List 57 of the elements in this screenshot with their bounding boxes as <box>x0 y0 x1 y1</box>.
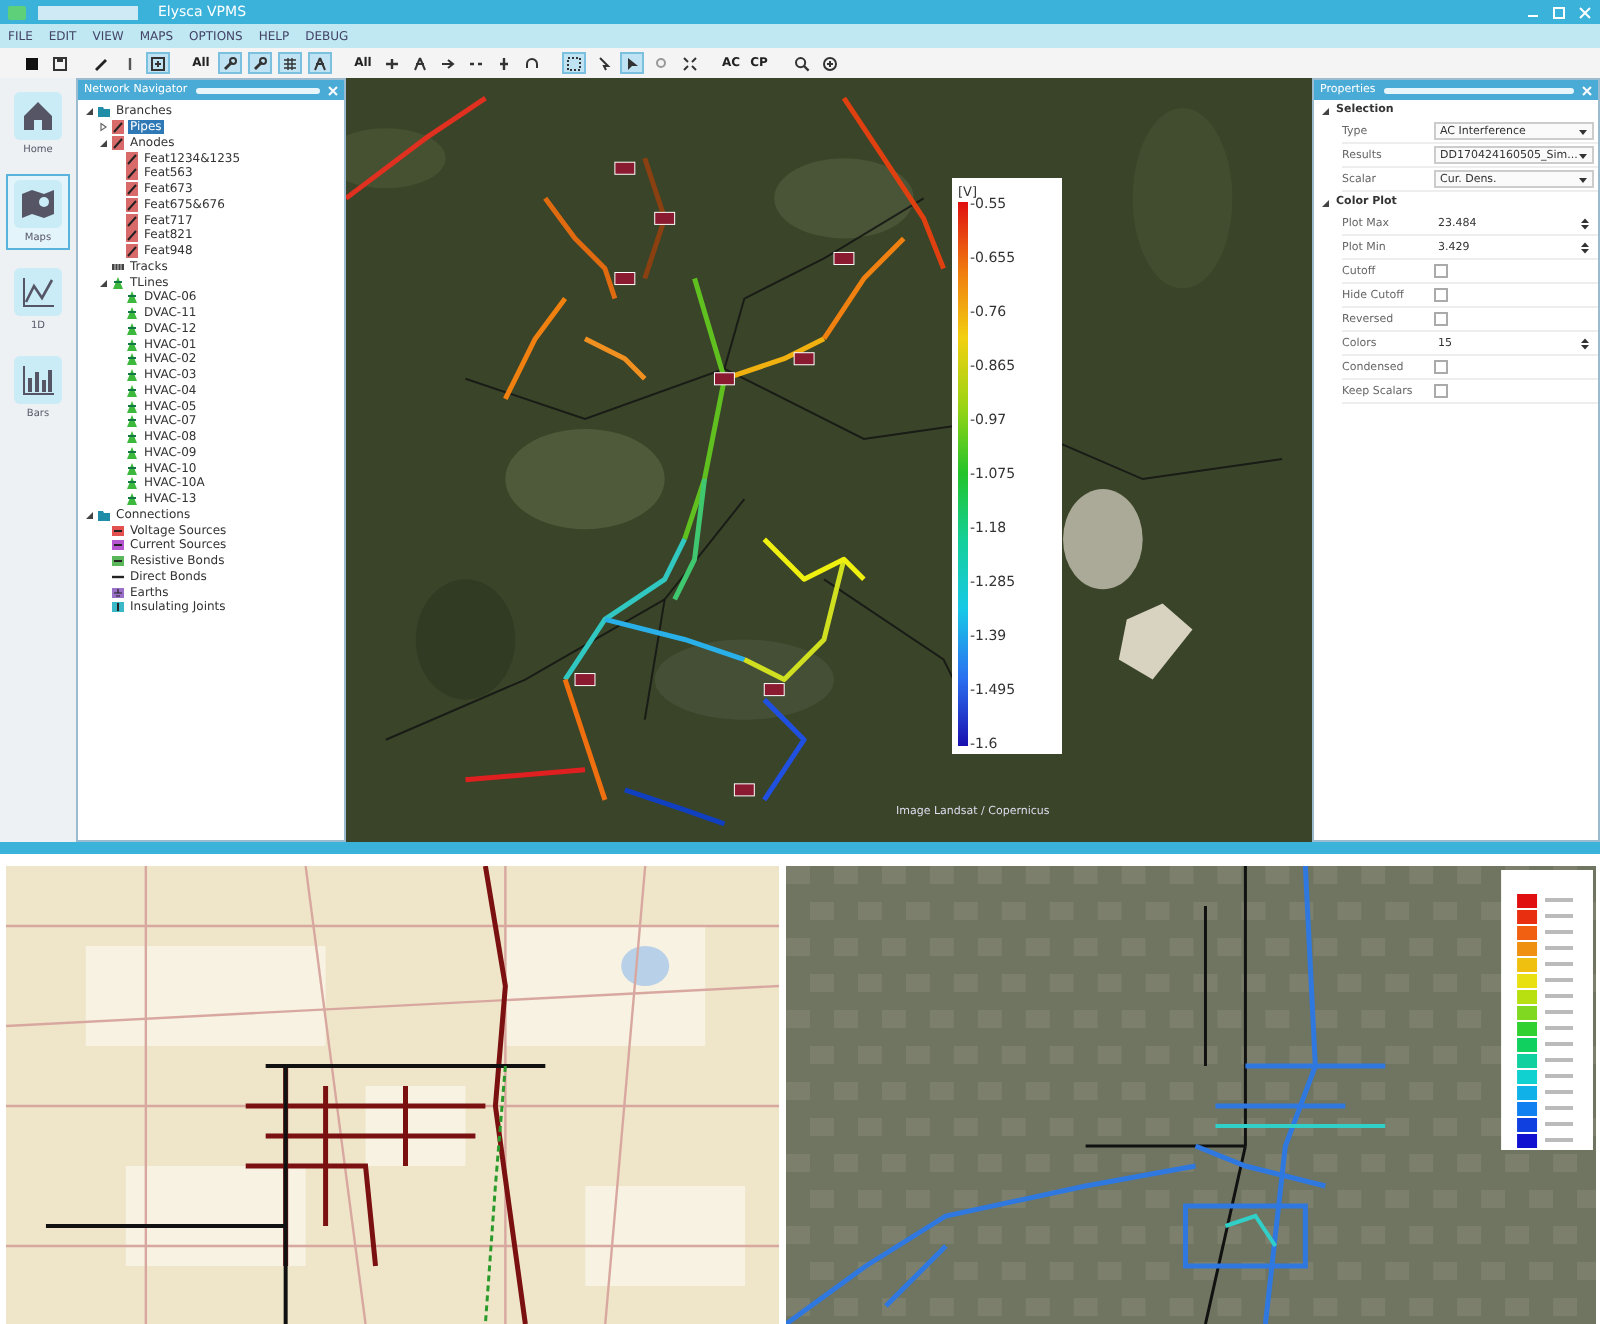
collapse-icon[interactable] <box>98 137 108 148</box>
map-icon <box>20 186 56 222</box>
collapse-icon[interactable] <box>98 277 108 288</box>
zoom-in-icon <box>821 55 838 71</box>
close-icon[interactable] <box>1582 85 1592 95</box>
toolbar-button[interactable] <box>146 52 170 74</box>
plus-box-icon <box>150 55 166 71</box>
folder-icon <box>98 104 110 119</box>
collapse-icon[interactable] <box>1320 105 1330 115</box>
toolbar-button[interactable] <box>48 52 70 74</box>
bar-chart-icon <box>20 362 56 398</box>
collapse-icon[interactable] <box>84 509 94 520</box>
collapse-icon[interactable] <box>1320 197 1330 207</box>
toolbar-button[interactable] <box>408 52 430 74</box>
checkbox[interactable] <box>1434 312 1448 326</box>
tower-icon <box>411 55 427 71</box>
earth-icon <box>112 585 124 600</box>
home-icon <box>20 98 56 134</box>
arrow-icon <box>439 55 455 71</box>
toolbar-button[interactable] <box>308 52 332 74</box>
toolbar-button[interactable] <box>248 52 272 74</box>
joint-icon <box>112 600 124 615</box>
toolbar-button[interactable] <box>678 52 700 74</box>
toolbar-button[interactable] <box>520 52 542 74</box>
wrench-icon <box>252 55 268 71</box>
toolbar-button[interactable] <box>620 52 644 74</box>
search-icon <box>793 55 810 71</box>
wrench-icon <box>222 55 238 71</box>
pen-icon <box>93 55 109 71</box>
toolbar-button[interactable] <box>278 52 302 74</box>
selection-icon <box>566 55 582 71</box>
toolbar-button[interactable] <box>562 52 586 74</box>
spinner-arrows-icon[interactable] <box>1580 217 1590 229</box>
blank-field <box>38 5 138 19</box>
toolbar-button[interactable] <box>218 52 242 74</box>
title-bar-grip <box>195 87 320 93</box>
toolbar-button[interactable] <box>818 52 841 74</box>
save-icon <box>51 55 67 71</box>
fit-icon <box>681 55 697 71</box>
toolbar-button[interactable] <box>20 52 42 74</box>
checkbox[interactable] <box>1434 288 1448 302</box>
stop-icon <box>23 55 39 71</box>
app-icon <box>8 5 26 19</box>
grid-icon <box>282 55 298 71</box>
line-chart-icon <box>20 274 56 310</box>
spinner-arrows-icon[interactable] <box>1580 241 1590 253</box>
collapse-icon[interactable] <box>84 106 94 117</box>
close-icon[interactable] <box>328 85 338 95</box>
expand-icon[interactable] <box>98 122 108 133</box>
checkbox[interactable] <box>1434 384 1448 398</box>
tower-icon <box>312 55 328 71</box>
folder-icon <box>98 507 110 522</box>
checkbox[interactable] <box>1434 264 1448 278</box>
select-arrow-icon <box>624 55 640 71</box>
spinner-arrows-icon[interactable] <box>1580 337 1590 349</box>
checkbox[interactable] <box>1434 360 1448 374</box>
toolbar-button[interactable] <box>790 52 813 74</box>
